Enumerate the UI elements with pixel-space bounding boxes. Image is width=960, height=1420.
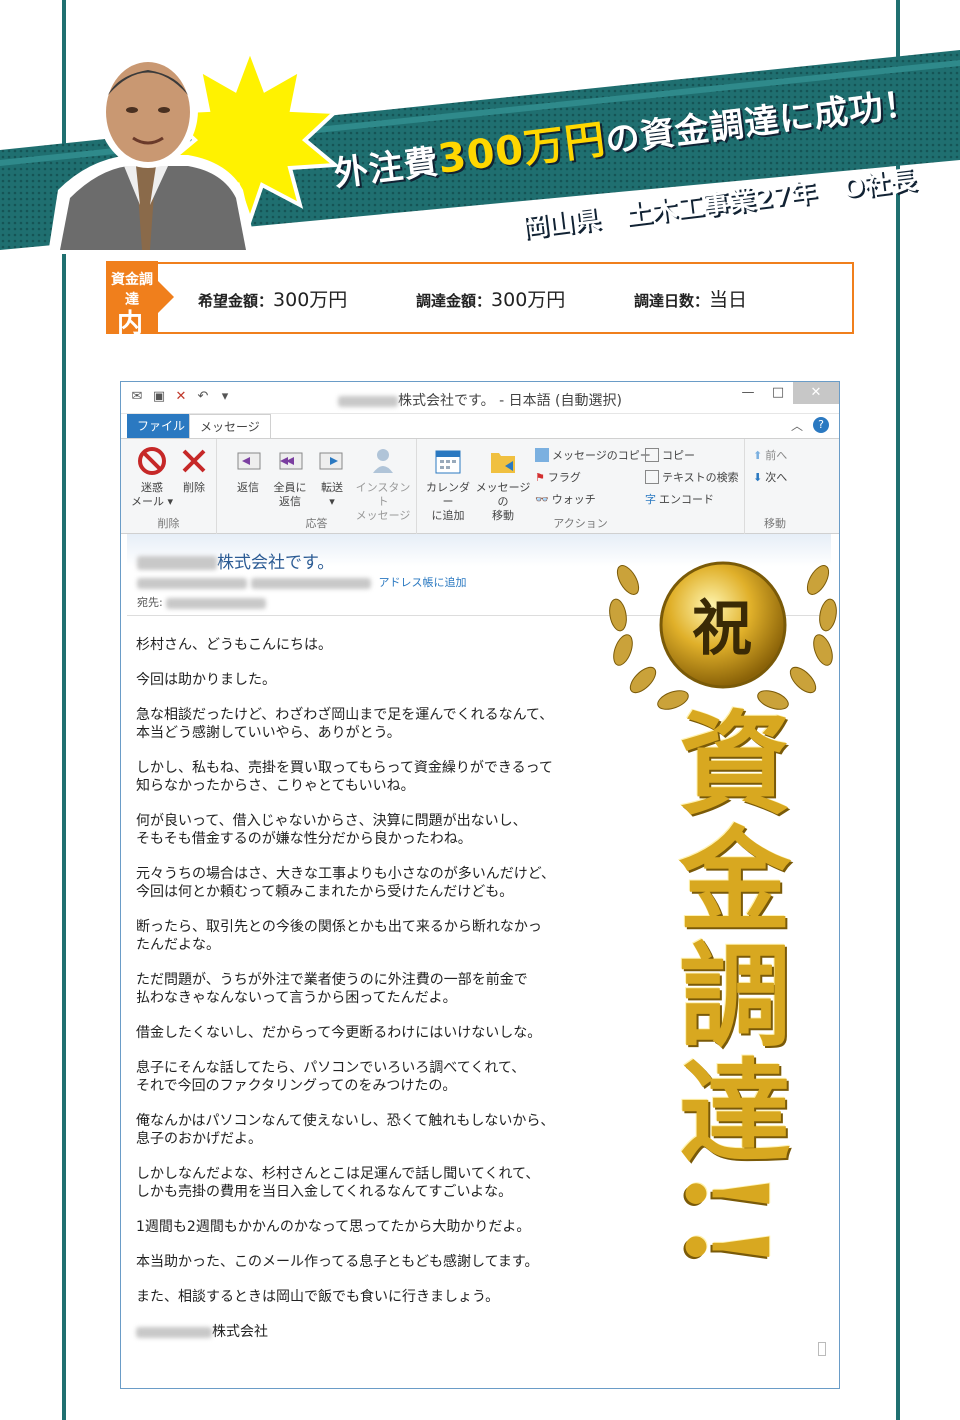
copy-message-button[interactable]: メッセージのコピー: [535, 447, 651, 463]
add-to-addressbook-link[interactable]: アドレス帳に追加: [379, 576, 467, 589]
tab-file[interactable]: ファイル: [127, 414, 196, 438]
message-paragraph: 急な相談だったけど、わざわざ岡山まで足を運んでくれるなんて、 本当どう感謝してい…: [136, 707, 554, 741]
ribbon: 迷惑 メール ▾ 削除 削除 返信 全員に 返信 転送 ▾ インスタント メッセ…: [121, 438, 839, 535]
title-bar: ✉ ▣ ✕ ↶ ▾ 株式会社です。 - 日本語 (自動選択) — □ ✕: [121, 382, 839, 414]
window-title: 株式会社です。 - 日本語 (自動選択): [121, 390, 839, 410]
junk-button[interactable]: 迷惑 メール ▾: [129, 445, 175, 509]
message-paragraph: 1週間も2週間もかかんのかなって思ってたから大助かりだよ。: [136, 1219, 531, 1235]
message-paragraph: しかし、私もね、売掛を買い取ってもらって資金繰りができるって 知らなかったからさ…: [136, 760, 553, 794]
recipient-line: 宛先:: [137, 594, 267, 610]
next-button[interactable]: ⬇ 次へ: [753, 469, 787, 485]
encode-icon: 字: [645, 493, 656, 506]
calendar-icon: [435, 450, 461, 474]
find-text-button[interactable]: テキストの検索: [645, 469, 739, 485]
message-paragraph: また、相談するときは岡山で飯でも食いに行きましょう。: [136, 1289, 500, 1305]
info-funded-amount: 調達金額：300万円: [416, 288, 566, 311]
scrollbar-thumb[interactable]: [818, 1342, 826, 1356]
message-paragraph: 何が良いって、借入じゃないからさ、決算に問題が出ないし、 そもそも借金するのが嫌…: [136, 813, 527, 847]
ribbon-tabs: ファイル メッセージ ︿ ?: [121, 414, 839, 439]
add-calendar-button[interactable]: カレンダー に追加: [423, 445, 473, 523]
copy-button[interactable]: コピー: [645, 447, 695, 463]
group-move: ⬆ 前へ ⬇ 次へ 移動: [753, 447, 788, 531]
info-days: 調達日数：当日: [634, 288, 748, 311]
portrait-image: [48, 52, 258, 254]
flag-icon: ⚑: [535, 470, 545, 484]
block-icon: [138, 447, 166, 475]
message-paragraph: 杉村さん、どうもこんにちは。: [136, 637, 332, 653]
message-body: 杉村さん、どうもこんにちは。 今回は助かりました。 急な相談だったけど、わざわざ…: [136, 636, 606, 1358]
sender-name: 株式会社です。: [137, 548, 334, 573]
reply-button[interactable]: 返信: [225, 445, 271, 495]
forward-button[interactable]: 転送 ▾: [309, 445, 355, 509]
arrow-down-icon: ⬇: [753, 470, 763, 484]
message-paragraph: 元々うちの場合はさ、大きな工事よりも小さなのが多いんだけど、 今回は何とか頼むっ…: [136, 866, 556, 900]
forward-icon: [319, 452, 343, 470]
delete-button[interactable]: 削除: [171, 445, 217, 495]
person-icon: [373, 449, 393, 473]
group-delete: 迷惑 メール ▾ 削除 削除: [121, 439, 217, 535]
help-icon[interactable]: ?: [813, 417, 829, 433]
watch-button[interactable]: 👓 ウォッチ: [535, 491, 596, 507]
group-respond: 返信 全員に 返信 転送 ▾ インスタント メッセージ 応答: [217, 439, 417, 535]
collapse-ribbon-icon[interactable]: ︿: [791, 417, 803, 434]
reply-all-icon: [279, 452, 303, 470]
message-paragraph: 断ったら、取引先との今後の関係とかも出て来るから断れなかっ たんだよな。: [136, 919, 542, 953]
delete-x-icon: [182, 449, 206, 473]
document-search-icon: [645, 470, 659, 484]
encode-button[interactable]: 字エンコード: [645, 491, 714, 507]
message-paragraph: ただ問題が、うちが外注で業者使うのに外注費の一部を前金で 払わなきゃなんないって…: [136, 972, 528, 1006]
close-button[interactable]: ✕: [793, 382, 839, 404]
medal-celebration-char: 祝: [692, 594, 752, 664]
info-tag: 資金調達 内容: [106, 261, 174, 369]
glasses-icon: 👓: [535, 492, 549, 506]
message-paragraph: 今回は助かりました。: [136, 672, 276, 688]
tab-message[interactable]: メッセージ: [189, 414, 271, 439]
instant-message-button[interactable]: インスタント メッセージ: [353, 445, 413, 523]
info-tag-top: 資金調達: [111, 272, 153, 308]
folder-move-icon: [491, 453, 515, 473]
message-paragraph: 息子にそんな話してたら、パソコンでいろいろ調べてくれて、 それで今回のファクタリ…: [136, 1060, 526, 1094]
arrow-up-icon: ⬆: [753, 448, 763, 462]
minimize-button[interactable]: —: [733, 382, 763, 404]
group-actions: カレンダー に追加 メッセージの 移動 メッセージのコピー ⚑ フラグ 👓 ウォッチ…: [417, 439, 745, 535]
message-paragraph: しかしなんだよな、杉村さんとこは足運んで話し聞いてくれて、 しかも売掛の費用を当…: [136, 1166, 540, 1200]
testimonial-banner: 外注費300万円の資金調達に成功！ 岡山県 土木工事業27年 O社長: [0, 40, 960, 254]
funding-info-box: 資金調達 内容 希望金額：300万円 調達金額：300万円 調達日数：当日: [106, 261, 854, 369]
reply-icon: [237, 452, 261, 470]
reply-all-button[interactable]: 全員に 返信: [267, 445, 313, 509]
message-signature: 株式会社: [136, 1323, 606, 1341]
message-paragraph: 借金したくないし、だからって今更断るわけにはいけないしな。: [136, 1025, 542, 1041]
info-desired-amount: 希望金額：300万円: [198, 288, 348, 311]
sender-address-line: アドレス帳に追加: [137, 574, 467, 590]
flag-button[interactable]: ⚑ フラグ: [535, 469, 581, 485]
maximize-button[interactable]: □: [763, 382, 793, 404]
decoration-title: 資金調達!!: [660, 705, 791, 1276]
copy-message-icon: [535, 448, 549, 462]
message-paragraph: 俺なんかはパソコンなんて使えないし、恐くて触れもしないから、 息子のおかげだよ。: [136, 1113, 555, 1147]
move-message-button[interactable]: メッセージの 移動: [475, 445, 531, 523]
prev-button[interactable]: ⬆ 前へ: [753, 447, 787, 463]
copy-icon: [645, 448, 659, 462]
info-tag-bottom: 内容: [116, 309, 147, 369]
message-paragraph: 本当助かった、このメール作ってる息子ともども感謝してます。: [136, 1254, 539, 1270]
